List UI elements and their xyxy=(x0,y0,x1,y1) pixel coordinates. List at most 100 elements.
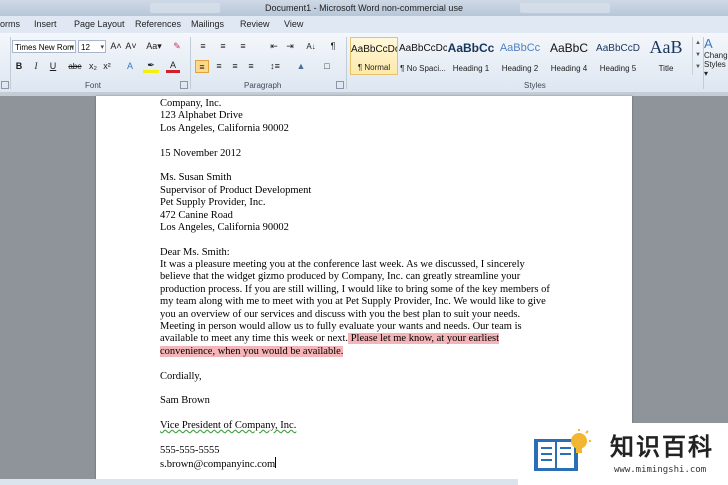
recipient-line: Ms. Susan Smith xyxy=(160,172,232,184)
body-line: my team along with me to meet with you a… xyxy=(160,296,546,308)
more-icon[interactable]: ▼ xyxy=(693,61,703,73)
increase-indent-icon[interactable]: ⇥ xyxy=(284,40,296,53)
style-name: Heading 4 xyxy=(550,64,588,73)
recipient-line: Pet Supply Provider, Inc. xyxy=(160,197,266,209)
subscript-button[interactable]: x₂ xyxy=(87,60,99,73)
body-line: you an overview of our services and disc… xyxy=(160,308,521,320)
style-preview: AaBbCcD xyxy=(596,43,640,54)
clipboard-dialog-launcher[interactable] xyxy=(1,81,9,89)
document-body[interactable]: Company, Inc. 123 Alphabet Drive Los Ang… xyxy=(160,98,570,470)
text-effects-icon[interactable]: A xyxy=(122,60,138,73)
body-line: believe that the widget gizmo produced b… xyxy=(160,271,521,283)
change-styles-button[interactable]: A Change Styles ▾ xyxy=(704,37,728,77)
sort-icon[interactable]: A↓ xyxy=(304,40,318,53)
style-name: Heading 2 xyxy=(501,64,539,73)
tab-insert[interactable]: Insert xyxy=(34,19,57,29)
closing: Cordially, xyxy=(160,370,202,382)
sender-line: Los Angeles, California 90002 xyxy=(160,122,289,134)
style-name: Title xyxy=(658,64,674,73)
recipient-line: Los Angeles, California 90002 xyxy=(160,221,289,233)
signer-email: s.brown@companyinc.com xyxy=(160,459,276,471)
signer-phone: 555-555-5555 xyxy=(160,444,220,456)
style-name: Heading 5 xyxy=(599,64,637,73)
justify-icon[interactable]: ≡ xyxy=(244,60,258,73)
paragraph-dialog-launcher[interactable] xyxy=(336,81,344,89)
tab-review[interactable]: Review xyxy=(240,19,270,29)
recipient-line: 472 Canine Road xyxy=(160,209,233,221)
tab-home[interactable]: orms xyxy=(0,19,20,29)
tab-view[interactable]: View xyxy=(284,19,303,29)
highlighted-text: convenience, when you would be available… xyxy=(160,345,344,357)
style-heading-1[interactable]: AaBbCc Heading 1 xyxy=(447,37,495,75)
style-heading-4[interactable]: AaBbC Heading 4 xyxy=(545,37,593,75)
font-color-icon[interactable]: A xyxy=(166,60,180,73)
salutation: Dear Ms. Smith: xyxy=(160,246,230,258)
style-preview: AaB xyxy=(649,37,683,57)
style-heading-2[interactable]: AaBbCc Heading 2 xyxy=(496,37,544,75)
numbering-icon[interactable]: ≡ xyxy=(216,40,230,53)
shrink-font-button[interactable]: A˅ xyxy=(124,40,138,53)
recipient-line: Supervisor of Product Development xyxy=(160,184,312,196)
superscript-button[interactable]: x² xyxy=(101,60,113,73)
highlighted-text: Please let me know, at your earliest xyxy=(348,333,499,345)
bullets-icon[interactable]: ≡ xyxy=(196,40,210,53)
body-line: available to meet any time this week or … xyxy=(160,333,570,345)
text-cursor xyxy=(275,457,277,469)
tab-page-layout[interactable]: Page Layout xyxy=(74,19,125,29)
tab-references[interactable]: References xyxy=(135,19,181,29)
gallery-scroll[interactable]: ▲ ▼ ▼ xyxy=(692,37,703,75)
style-name: ¶ Normal xyxy=(357,63,391,72)
highlight-color-icon[interactable]: ✒ xyxy=(143,60,159,73)
align-right-icon[interactable]: ≡ xyxy=(228,60,242,73)
body-line: convenience, when you would be available… xyxy=(160,345,570,358)
strikethrough-button[interactable]: abe xyxy=(67,60,83,73)
style-title[interactable]: AaB Title xyxy=(642,37,690,75)
signer-title: Vice President of Company, Inc. xyxy=(160,420,570,432)
decrease-indent-icon[interactable]: ⇤ xyxy=(268,40,280,53)
align-center-icon[interactable]: ≡ xyxy=(212,60,226,73)
styles-group-label: Styles xyxy=(524,81,546,90)
font-dialog-launcher[interactable] xyxy=(180,81,188,89)
body-text: available to meet any time this week or … xyxy=(160,333,349,345)
change-styles-icon: A xyxy=(704,37,713,51)
chevron-down-icon: ▾ xyxy=(100,44,104,51)
ribbon: Times New Rom ▾ 12 ▾ A˄ A˅ Aa▾ ✎ B I U a… xyxy=(0,33,728,93)
window-title: Document1 - Microsoft Word non-commercia… xyxy=(265,3,463,13)
show-formatting-button[interactable]: ¶ xyxy=(327,40,339,53)
change-case-button[interactable]: Aa▾ xyxy=(144,40,164,53)
body-line: production process. If you are still wil… xyxy=(160,283,550,295)
tab-mailings[interactable]: Mailings xyxy=(191,19,224,29)
clear-formatting-icon[interactable]: ✎ xyxy=(170,40,184,53)
signer-email-line: s.brown@companyinc.com xyxy=(160,457,570,471)
chevron-down-icon: ▾ xyxy=(70,44,74,51)
line-spacing-icon[interactable]: ↕≡ xyxy=(266,60,284,73)
font-size-combo[interactable]: 12 ▾ xyxy=(78,40,106,53)
change-styles-label-2: Styles ▾ xyxy=(704,60,726,77)
chevron-down-icon[interactable]: ▼ xyxy=(693,49,703,61)
align-left-icon[interactable]: ≡ xyxy=(195,60,209,73)
bold-button[interactable]: B xyxy=(13,60,25,73)
watermark: 知识百科 www.mimingshi.com xyxy=(518,423,728,485)
signer-title-text: Vice President of Company, Inc. xyxy=(160,420,297,432)
watermark-url: www.mimingshi.com xyxy=(614,465,707,475)
font-name-combo[interactable]: Times New Rom ▾ xyxy=(12,40,76,53)
body-line: Meeting in person would allow us to full… xyxy=(160,321,522,333)
style-normal[interactable]: AaBbCcDc ¶ Normal xyxy=(350,37,398,75)
multilevel-list-icon[interactable]: ≡ xyxy=(236,40,250,53)
shading-icon[interactable]: ▲ xyxy=(292,60,310,73)
sender-line: 123 Alphabet Drive xyxy=(160,110,243,122)
title-bar: Document1 - Microsoft Word non-commercia… xyxy=(0,0,728,16)
body-line: It was a pleasure meeting you at the con… xyxy=(160,259,525,271)
borders-icon[interactable]: □ xyxy=(318,60,336,73)
style-preview: AaBbCc xyxy=(447,41,495,55)
chevron-up-icon[interactable]: ▲ xyxy=(693,37,703,49)
watermark-title: 知识百科 xyxy=(610,433,714,461)
grow-font-button[interactable]: A˄ xyxy=(109,40,123,53)
italic-button[interactable]: I xyxy=(30,60,42,73)
style-heading-5[interactable]: AaBbCcD Heading 5 xyxy=(594,37,642,75)
style-no-spacing[interactable]: AaBbCcDc ¶ No Spaci... xyxy=(399,37,447,75)
font-size-value: 12 xyxy=(81,43,90,52)
ribbon-tabs: orms Insert Page Layout References Maili… xyxy=(0,16,728,33)
underline-button[interactable]: U xyxy=(47,60,59,73)
style-preview: AaBbCcDc xyxy=(399,43,447,54)
